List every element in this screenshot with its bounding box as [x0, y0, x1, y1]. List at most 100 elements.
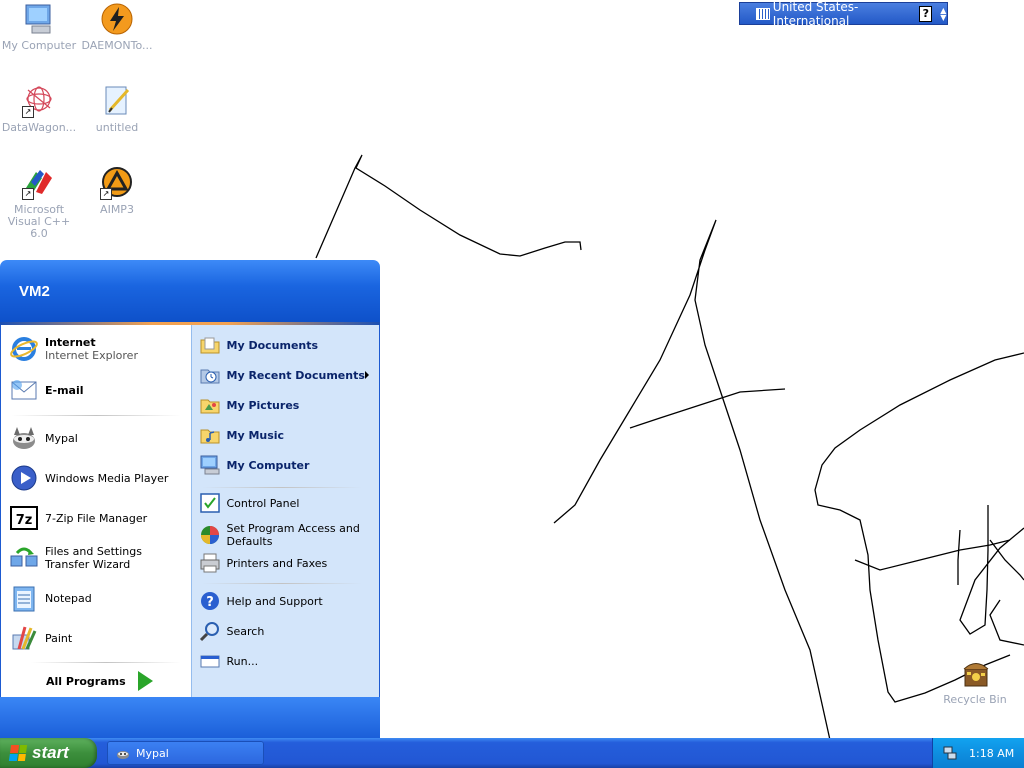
help-icon: ?	[199, 590, 221, 612]
run-icon	[199, 650, 221, 672]
media-player-icon	[9, 463, 39, 493]
place-my-documents[interactable]: My Documents	[199, 334, 377, 356]
help-label: Search	[226, 624, 265, 638]
my-computer-icon	[199, 454, 221, 476]
start-label: start	[32, 743, 69, 762]
recent-item-paint[interactable]: Paint	[9, 623, 187, 653]
network-icon[interactable]	[943, 746, 957, 760]
visual-cpp-icon: ↗	[22, 166, 56, 200]
recent-item-mypal[interactable]: Mypal	[9, 423, 187, 453]
place-my-computer[interactable]: My Computer	[199, 454, 377, 476]
desktop-icon-untitled[interactable]: untitled	[78, 84, 156, 134]
desktop-icon-aimp3[interactable]: ↗ AIMP3	[78, 166, 156, 216]
mypal-icon	[115, 745, 131, 761]
taskbar: start Mypal 1:18 AM	[0, 738, 1024, 768]
clock[interactable]: 1:18 AM	[969, 747, 1014, 760]
setting-printers-faxes[interactable]: Printers and Faxes	[199, 552, 377, 574]
start-menu-places-pane: My Documents My Recent Documents My Pict…	[190, 325, 379, 697]
paint-icon	[9, 623, 39, 653]
place-label: My Recent Documents	[226, 368, 365, 382]
setting-label: Printers and Faxes	[226, 556, 328, 570]
separator	[31, 662, 181, 663]
recent-item-notepad[interactable]: Notepad	[9, 583, 187, 613]
all-programs-arrow-icon	[137, 671, 153, 691]
language-label[interactable]: United States-International	[773, 0, 910, 28]
separator	[201, 583, 362, 584]
search-icon	[199, 620, 221, 642]
setting-program-access[interactable]: Set Program Access and Defaults	[199, 522, 377, 548]
windows-flag-icon	[8, 745, 28, 761]
recycle-bin-icon	[958, 656, 992, 690]
recent-item-title: 7-Zip File Manager	[45, 511, 148, 525]
place-my-pictures[interactable]: My Pictures	[199, 394, 377, 416]
pinned-item-title: Internet	[45, 336, 96, 349]
start-menu-body: Internet Internet Explorer E-mail Mypal	[0, 325, 380, 697]
email-icon	[9, 375, 39, 405]
taskbar-button-mypal[interactable]: Mypal	[107, 741, 264, 765]
desktop-icon-recycle-bin[interactable]: Recycle Bin	[936, 656, 1014, 706]
all-programs-label: All Programs	[46, 674, 126, 688]
pinned-item-internet[interactable]: Internet Internet Explorer	[9, 334, 187, 364]
shortcut-arrow-icon: ↗	[100, 188, 112, 200]
my-documents-icon	[199, 334, 221, 356]
start-menu: VM2 Internet Internet Explorer E-mail My…	[0, 260, 380, 738]
svg-text:?: ?	[206, 595, 214, 610]
desktop-icon-visual-cpp[interactable]: ↗ Microsoft Visual C++ 6.0	[0, 166, 78, 240]
recent-item-title: Windows Media Player	[45, 471, 169, 485]
help-and-support[interactable]: ? Help and Support	[199, 590, 377, 612]
recent-item-title: Mypal	[45, 431, 78, 445]
taskbar-button-label: Mypal	[136, 746, 169, 760]
shortcut-arrow-icon: ↗	[22, 188, 34, 200]
paint-document-icon	[100, 84, 134, 118]
user-name: VM2	[19, 283, 50, 300]
7zip-icon: 7z	[9, 503, 39, 533]
separator	[11, 415, 181, 416]
transfer-wizard-icon	[9, 543, 39, 573]
language-bar[interactable]: United States-International ? ▲ ▼	[739, 0, 948, 28]
daemon-tools-icon	[100, 2, 134, 36]
recent-item-title: Files and Settings Transfer Wizard	[45, 545, 142, 571]
search[interactable]: Search	[199, 620, 377, 642]
start-button[interactable]: start	[0, 738, 97, 768]
my-recent-documents-icon	[199, 364, 221, 386]
help-icon[interactable]: ?	[919, 5, 933, 22]
run[interactable]: Run...	[199, 650, 377, 672]
place-label: My Pictures	[226, 398, 300, 412]
separator	[201, 487, 362, 488]
recent-item-transfer-wizard[interactable]: Files and Settings Transfer Wizard	[9, 543, 187, 573]
recent-item-title: Paint	[45, 631, 73, 645]
recent-item-media-player[interactable]: Windows Media Player	[9, 463, 187, 493]
keyboard-icon	[756, 7, 770, 20]
recent-item-7zip[interactable]: 7z 7-Zip File Manager	[9, 503, 187, 533]
submenu-arrow-icon	[364, 371, 369, 379]
setting-control-panel[interactable]: Control Panel	[199, 492, 377, 514]
help-label: Run...	[226, 654, 259, 668]
setting-label: Set Program Access and Defaults	[226, 522, 360, 548]
printer-icon	[199, 552, 221, 574]
place-my-music[interactable]: My Music	[199, 424, 377, 446]
program-access-icon	[199, 524, 221, 546]
desktop-icon-my-computer[interactable]: My Computer	[0, 2, 78, 52]
all-programs-button[interactable]: All Programs	[46, 671, 153, 691]
start-menu-footer	[0, 697, 380, 738]
my-music-icon	[199, 424, 221, 446]
start-menu-header: VM2	[0, 260, 380, 325]
mypal-icon	[9, 423, 39, 453]
setting-label: Control Panel	[226, 496, 300, 510]
start-menu-programs-pane: Internet Internet Explorer E-mail Mypal	[1, 325, 191, 697]
internet-explorer-icon	[9, 334, 39, 364]
datawagon-icon: ↗	[22, 84, 56, 118]
language-bar-options-icon[interactable]: ▲ ▼	[940, 6, 947, 21]
my-pictures-icon	[199, 394, 221, 416]
pinned-item-subtitle: Internet Explorer	[45, 349, 138, 362]
place-label: My Computer	[226, 458, 310, 472]
pinned-item-email[interactable]: E-mail	[9, 375, 187, 405]
help-label: Help and Support	[226, 594, 323, 608]
place-my-recent-documents[interactable]: My Recent Documents	[199, 364, 377, 386]
system-tray: 1:18 AM	[932, 738, 1024, 768]
aimp3-icon: ↗	[100, 166, 134, 200]
desktop-icon-datawagon[interactable]: ↗ DataWagon...	[0, 84, 78, 134]
place-label: My Music	[226, 428, 285, 442]
place-label: My Documents	[226, 338, 319, 352]
desktop-icon-daemon-tools[interactable]: DAEMONTo...	[78, 2, 156, 52]
